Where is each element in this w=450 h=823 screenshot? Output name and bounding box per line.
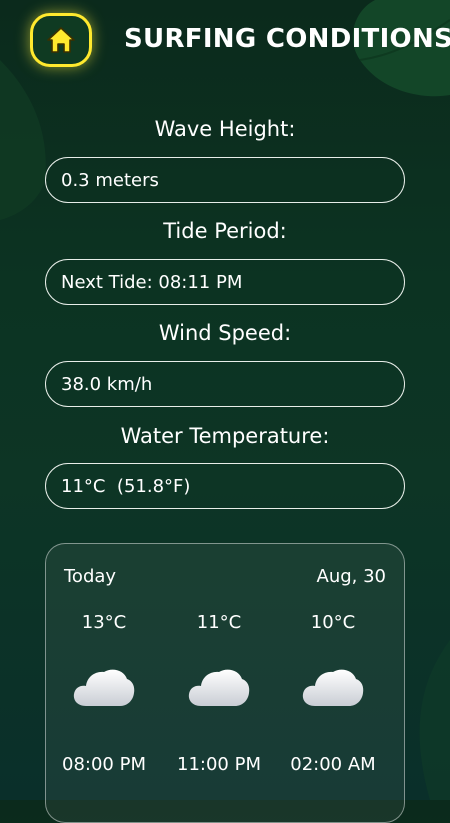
forecast-item: 10°C 02:00 AM bbox=[278, 612, 388, 775]
forecast-item: 13°C 08:00 PM bbox=[49, 612, 159, 775]
page-title: SURFING CONDITIONS bbox=[124, 24, 450, 54]
water-temperature-field: 11°C (51.8°F) bbox=[45, 463, 405, 509]
wind-speed-field: 38.0 km/h bbox=[45, 361, 405, 407]
forecast-day-label: Today bbox=[64, 566, 117, 587]
forecast-temp: 13°C bbox=[81, 612, 127, 633]
cloud-icon bbox=[188, 669, 250, 706]
forecast-time: 08:00 PM bbox=[62, 754, 146, 775]
water-temperature-label: Water Temperature: bbox=[120, 424, 330, 448]
cloud-icon bbox=[302, 669, 364, 706]
wind-speed-label: Wind Speed: bbox=[158, 321, 292, 345]
forecast-date-label: Aug, 30 bbox=[316, 566, 387, 587]
tide-period-field: Next Tide: 08:11 PM bbox=[45, 259, 405, 305]
forecast-card: Today Aug, 30 13°C 08:00 PM 11°C 11:00 P… bbox=[45, 543, 405, 823]
forecast-temp: 11°C bbox=[196, 612, 242, 633]
background-leaf-top-right bbox=[352, 0, 450, 97]
wave-height-label: Wave Height: bbox=[154, 117, 296, 141]
forecast-time: 02:00 AM bbox=[290, 754, 376, 775]
home-button[interactable] bbox=[30, 13, 92, 67]
forecast-time: 11:00 PM bbox=[177, 754, 261, 775]
forecast-item: 11°C 11:00 PM bbox=[164, 612, 274, 775]
tide-period-label: Tide Period: bbox=[163, 219, 287, 243]
forecast-temp: 10°C bbox=[310, 612, 356, 633]
cloud-icon bbox=[73, 669, 135, 706]
home-icon bbox=[47, 27, 75, 53]
wave-height-field: 0.3 meters bbox=[45, 157, 405, 203]
